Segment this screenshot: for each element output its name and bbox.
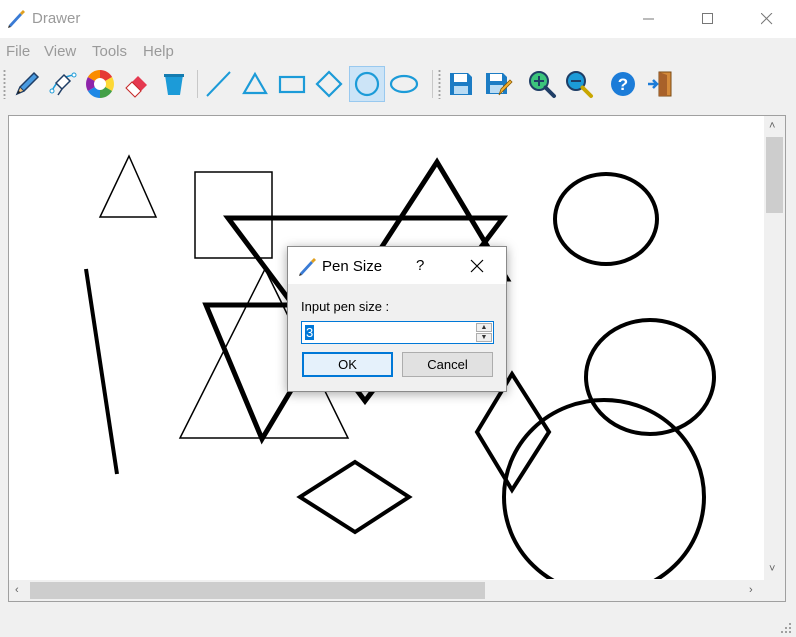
pen-size-input[interactable]: 3 — [305, 325, 315, 340]
menu-bar: File View Tools Help — [0, 38, 796, 64]
save-as-icon — [486, 73, 513, 96]
help-icon: ? — [611, 72, 635, 96]
diamond-icon — [315, 70, 343, 98]
triangle-tool-button[interactable] — [237, 66, 273, 102]
shape-line — [84, 268, 119, 475]
maximize-button[interactable] — [679, 0, 737, 38]
shape-circle-large — [502, 398, 706, 579]
fill-tool-button[interactable] — [156, 66, 192, 102]
toolbar-separator — [432, 70, 433, 98]
scroll-up-arrow-icon[interactable]: ˄ — [769, 120, 775, 132]
svg-text:?: ? — [618, 75, 628, 94]
zoom-in-button[interactable] — [524, 66, 560, 102]
spin-down-button[interactable]: ▼ — [476, 333, 492, 342]
toolbar-grip[interactable] — [438, 69, 441, 99]
close-button[interactable] — [738, 0, 796, 38]
shape-triangle-small — [98, 154, 158, 218]
zoom-out-button[interactable] — [561, 66, 597, 102]
line-icon — [206, 71, 231, 97]
toolbar-separator — [197, 70, 198, 98]
ellipse-tool-button[interactable] — [386, 66, 422, 102]
bezier-pen-tool-button[interactable] — [45, 66, 81, 102]
save-as-button[interactable] — [480, 66, 516, 102]
dialog-title: Pen Size — [322, 258, 383, 275]
shape-circle-top-right — [553, 172, 659, 266]
dialog-help-button[interactable]: ? — [416, 257, 424, 274]
ellipse-icon — [389, 74, 419, 94]
window-title: Drawer — [32, 10, 81, 27]
title-bar: Drawer — [0, 0, 796, 38]
rectangle-tool-button[interactable] — [274, 66, 310, 102]
spin-up-button[interactable]: ▲ — [476, 323, 492, 332]
circle-icon — [354, 71, 380, 97]
ok-button[interactable]: OK — [302, 352, 393, 377]
zoom-in-icon — [529, 71, 556, 98]
save-button[interactable] — [443, 66, 479, 102]
menu-help[interactable]: Help — [143, 43, 174, 60]
maximize-icon — [702, 13, 713, 24]
close-icon — [470, 259, 484, 273]
cancel-button[interactable]: Cancel — [402, 352, 493, 377]
scroll-corner — [764, 580, 785, 601]
scroll-right-arrow-icon[interactable]: › — [749, 584, 753, 596]
menu-file[interactable]: File — [6, 43, 30, 60]
horizontal-scrollbar[interactable]: ‹ › — [9, 580, 764, 601]
scroll-left-arrow-icon[interactable]: ‹ — [15, 584, 19, 596]
pen-size-label: Input pen size : — [301, 299, 390, 314]
color-wheel-icon — [86, 70, 114, 98]
line-tool-button[interactable] — [200, 66, 236, 102]
vertical-scrollbar[interactable]: ˄ ˅ — [764, 116, 785, 580]
horizontal-scroll-thumb[interactable] — [30, 582, 485, 599]
diamond-tool-button[interactable] — [311, 66, 347, 102]
bezier-pen-icon — [49, 72, 77, 96]
exit-icon — [648, 71, 672, 97]
menu-view[interactable]: View — [44, 43, 76, 60]
rectangle-icon — [278, 75, 306, 94]
toolbar-grip[interactable] — [3, 69, 6, 99]
minimize-icon — [643, 18, 654, 20]
vertical-scroll-thumb[interactable] — [766, 137, 783, 213]
circle-tool-button[interactable] — [349, 66, 385, 102]
resize-grip-icon[interactable] — [780, 622, 792, 634]
close-icon — [761, 13, 773, 25]
pen-size-dialog: Pen Size ? Input pen size : 3 ▲ ▼ OK Can… — [287, 246, 507, 392]
zoom-out-icon — [566, 71, 593, 98]
pencil-tool-button[interactable] — [9, 66, 45, 102]
eraser-icon — [125, 76, 147, 98]
shape-diamond-bottom — [296, 459, 413, 535]
dialog-title-bar: Pen Size ? — [288, 247, 506, 284]
save-icon — [450, 73, 472, 95]
help-button[interactable]: ? — [605, 66, 641, 102]
app-icon — [8, 10, 25, 28]
shape-circle-right — [584, 318, 716, 436]
spinbox-buttons: ▲ ▼ — [476, 323, 492, 342]
menu-tools[interactable]: Tools — [92, 43, 127, 60]
dialog-close-button[interactable] — [464, 253, 490, 279]
pencil-icon — [15, 71, 40, 96]
app-icon — [299, 258, 316, 276]
bucket-icon — [164, 74, 184, 95]
color-picker-button[interactable] — [82, 66, 118, 102]
eraser-tool-button[interactable] — [119, 66, 155, 102]
pen-size-spinbox[interactable]: 3 ▲ ▼ — [301, 321, 494, 344]
minimize-button[interactable] — [620, 0, 678, 38]
exit-button[interactable] — [642, 66, 678, 102]
triangle-icon — [242, 71, 268, 95]
scroll-down-arrow-icon[interactable]: ˅ — [769, 563, 775, 575]
toolbar: ? — [0, 64, 796, 104]
shape-rectangle — [194, 171, 273, 259]
